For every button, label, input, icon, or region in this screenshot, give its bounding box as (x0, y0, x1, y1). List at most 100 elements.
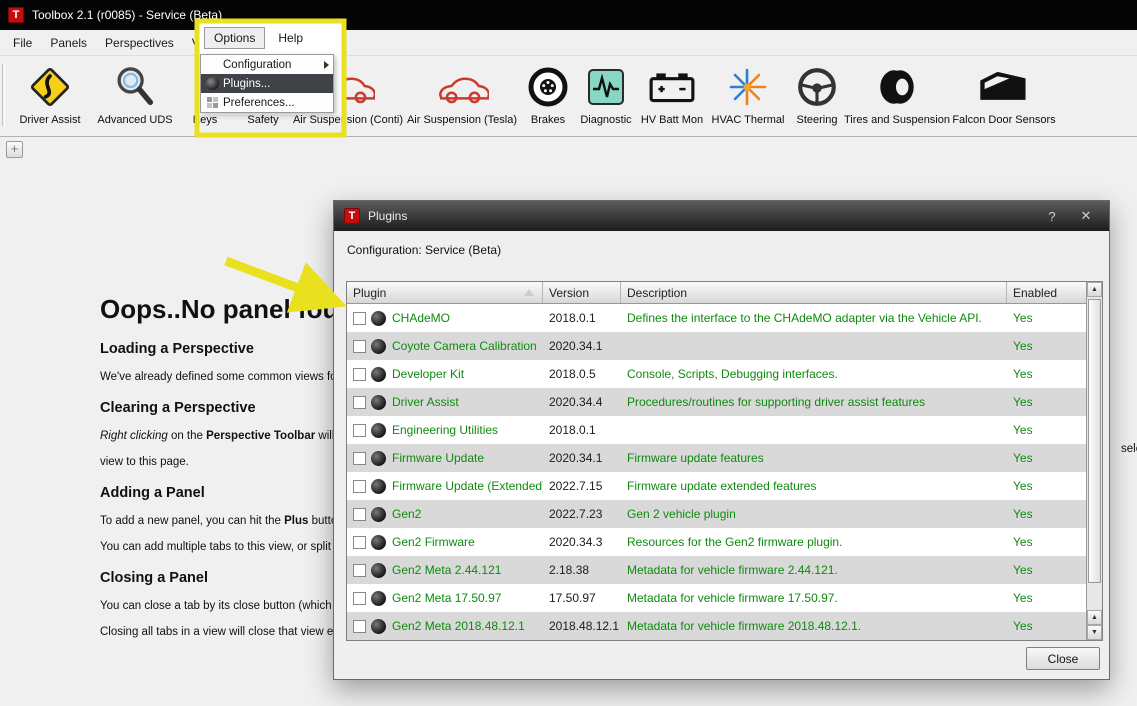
plugin-checkbox[interactable] (353, 340, 366, 353)
submenu-arrow-icon (324, 61, 329, 69)
column-header-plugin[interactable]: Plugin (347, 282, 543, 303)
snowflake-flame-icon (724, 61, 772, 113)
steering-wheel-icon (795, 61, 839, 113)
toolbar-item-air-suspension-tesla[interactable]: Air Suspension (Tesla) (404, 56, 520, 136)
toolbar-item-steering[interactable]: Steering (788, 56, 846, 136)
plugin-version: 2018.48.12.1 (543, 619, 621, 633)
dialog-title-bar[interactable]: Plugins ? ✕ (334, 201, 1109, 231)
table-row[interactable]: Driver Assist 2020.34.4 Procedures/routi… (347, 388, 1086, 416)
dialog-help-button[interactable]: ? (1039, 209, 1065, 224)
application-window: Toolbox 2.1 (r0085) - Service (Beta) Fil… (0, 0, 1137, 706)
popup-menu-row: Options Help (198, 22, 344, 54)
tire-icon (873, 61, 921, 113)
plugin-enabled: Yes (1007, 423, 1086, 437)
plugin-description: Gen 2 vehicle plugin (621, 507, 1007, 521)
toolbar-item-tires-and-suspension[interactable]: Tires and Suspension (846, 56, 948, 136)
scroll-up-button-bottom[interactable] (1087, 610, 1102, 625)
plugin-checkbox[interactable] (353, 536, 366, 549)
plugin-cell: Driver Assist (347, 395, 543, 410)
options-dropdown: Configuration Plugins... Preferences... (200, 54, 334, 113)
menu-options[interactable]: Options (204, 27, 265, 49)
table-row[interactable]: CHAdeMO 2018.0.1 Defines the interface t… (347, 304, 1086, 332)
plugin-enabled: Yes (1007, 535, 1086, 549)
table-row[interactable]: Developer Kit 2018.0.5 Console, Scripts,… (347, 360, 1086, 388)
column-header-version[interactable]: Version (543, 282, 621, 303)
scrollbar-track[interactable] (1087, 297, 1102, 610)
close-button[interactable]: Close (1026, 647, 1100, 670)
plugin-cell: Gen2 Meta 2.44.121 (347, 563, 543, 578)
menu-help[interactable]: Help (269, 27, 312, 49)
plugin-version: 2020.34.1 (543, 451, 621, 465)
section-text-fragment: on the (168, 430, 206, 442)
table-row[interactable]: Gen2 Meta 2.44.121 2.18.38 Metadata for … (347, 556, 1086, 584)
toolbar-label: HVAC Thermal (712, 114, 785, 126)
plugin-icon (371, 591, 386, 606)
table-row[interactable]: Firmware Update (Extended) 2022.7.15 Fir… (347, 472, 1086, 500)
toolbar-label: HV Batt Mon (641, 114, 703, 126)
plugin-checkbox[interactable] (353, 480, 366, 493)
table-row[interactable]: Engineering Utilities 2018.0.1 Yes (347, 416, 1086, 444)
column-header-enabled[interactable]: Enabled (1007, 282, 1086, 303)
toolbar-item-driver-assist[interactable]: Driver Assist (6, 56, 94, 136)
toolbar-label: Steering (797, 114, 838, 126)
menu-perspectives[interactable]: Perspectives (96, 32, 183, 54)
plugin-checkbox[interactable] (353, 564, 366, 577)
plugin-checkbox[interactable] (353, 312, 366, 325)
plugin-checkbox[interactable] (353, 424, 366, 437)
toolbar: Driver Assist Advanced UDS Keys Safety A (0, 56, 1137, 137)
plugin-icon (371, 619, 386, 634)
toolbar-item-hvac-thermal[interactable]: HVAC Thermal (708, 56, 788, 136)
dialog-title: Plugins (368, 209, 1031, 223)
toolbar-item-brakes[interactable]: Brakes (520, 56, 576, 136)
table-row[interactable]: Gen2 2022.7.23 Gen 2 vehicle plugin Yes (347, 500, 1086, 528)
menu-panels[interactable]: Panels (41, 32, 96, 54)
table-row[interactable]: Gen2 Firmware 2020.34.3 Resources for th… (347, 528, 1086, 556)
plugin-description: Firmware update features (621, 451, 1007, 465)
table-row[interactable]: Gen2 Meta 2018.48.12.1 2018.48.12.1 Meta… (347, 612, 1086, 640)
plugin-version: 2022.7.15 (543, 479, 621, 493)
table-row[interactable]: Firmware Update 2020.34.1 Firmware updat… (347, 444, 1086, 472)
scroll-down-button[interactable] (1087, 625, 1102, 640)
table-row[interactable]: Gen2 Meta 17.50.97 17.50.97 Metadata for… (347, 584, 1086, 612)
plugin-version: 2.18.38 (543, 563, 621, 577)
toolbox-logo-icon (8, 7, 24, 23)
plugin-checkbox[interactable] (353, 620, 366, 633)
plugin-description: Metadata for vehicle firmware 17.50.97. (621, 591, 1007, 605)
plugin-cell: CHAdeMO (347, 311, 543, 326)
plugin-cell: Gen2 Meta 17.50.97 (347, 591, 543, 606)
plugins-dialog: Plugins ? ✕ Configuration: Service (Beta… (333, 200, 1110, 680)
plugin-checkbox[interactable] (353, 508, 366, 521)
plugin-icon (371, 395, 386, 410)
plugin-checkbox[interactable] (353, 592, 366, 605)
plugin-cell: Developer Kit (347, 367, 543, 382)
toolbar-item-falcon-door-sensors[interactable]: Falcon Door Sensors (948, 56, 1060, 136)
menu-item-label: Preferences... (223, 97, 329, 109)
column-header-description[interactable]: Description (621, 282, 1007, 303)
scrollbar-thumb[interactable] (1088, 299, 1101, 583)
menu-file[interactable]: File (4, 32, 41, 54)
preferences-icon (201, 97, 223, 108)
column-header-label: Description (627, 286, 687, 300)
plugin-checkbox[interactable] (353, 452, 366, 465)
dialog-close-icon[interactable]: ✕ (1073, 208, 1099, 224)
plugin-icon (371, 479, 386, 494)
scroll-up-button[interactable] (1087, 282, 1102, 297)
plugin-version: 2020.34.4 (543, 395, 621, 409)
toolbar-label: Air Suspension (Conti) (293, 114, 403, 126)
toolbar-drag-handle[interactable] (2, 64, 5, 126)
menu-item-preferences[interactable]: Preferences... (201, 93, 333, 112)
menu-bar: File Panels Perspectives View (0, 30, 1137, 56)
menu-item-configuration[interactable]: Configuration (201, 55, 333, 74)
plugin-checkbox[interactable] (353, 396, 366, 409)
toolbar-item-diagnostic[interactable]: Diagnostic (576, 56, 636, 136)
add-panel-button[interactable] (6, 141, 23, 158)
plugin-checkbox[interactable] (353, 368, 366, 381)
menu-item-plugins[interactable]: Plugins... (201, 74, 333, 93)
plugin-name: Gen2 (392, 507, 421, 521)
toolbar-item-advanced-uds[interactable]: Advanced UDS (94, 56, 176, 136)
plugin-icon (371, 507, 386, 522)
table-row[interactable]: Coyote Camera Calibration 2020.34.1 Yes (347, 332, 1086, 360)
plugin-description: Firmware update extended features (621, 479, 1007, 493)
toolbar-item-hv-batt-mon[interactable]: HV Batt Mon (636, 56, 708, 136)
vertical-scrollbar[interactable] (1086, 282, 1102, 640)
